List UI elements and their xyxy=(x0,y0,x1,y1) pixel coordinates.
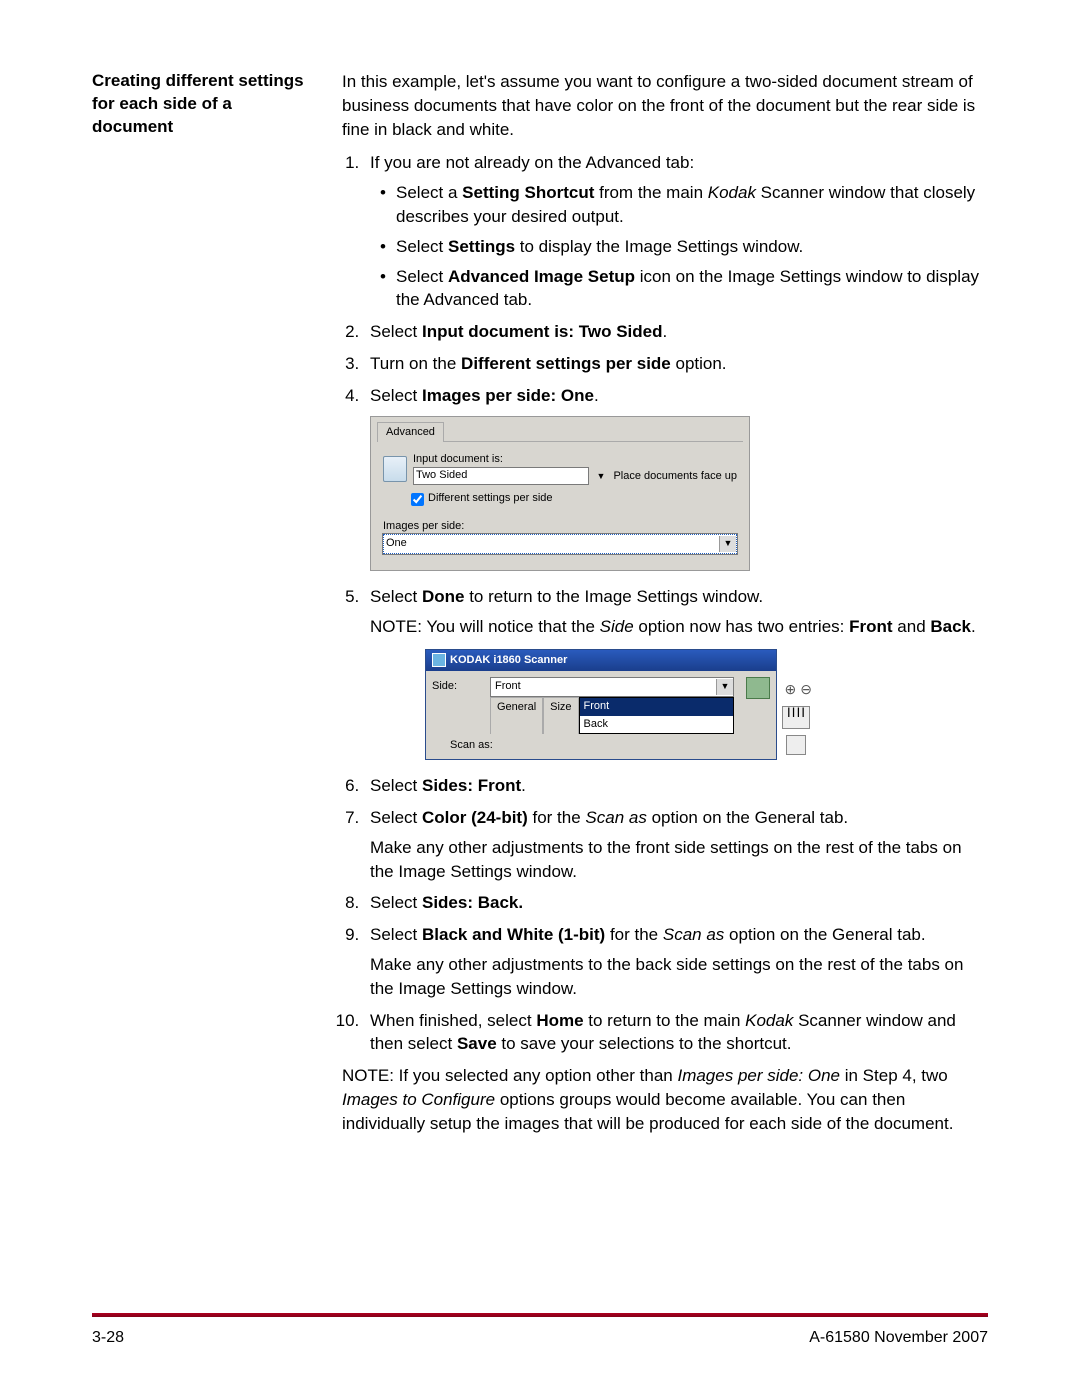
step-1: If you are not already on the Advanced t… xyxy=(364,151,988,312)
step-7: Select Color (24-bit) for the Scan as op… xyxy=(364,806,988,883)
step-list-3: Select Sides: Front. Select Color (24-bi… xyxy=(342,774,988,1056)
figure-side-dropdown: KODAK i1860 Scanner Side: Front ▼ xyxy=(370,649,988,761)
image-setup-icon[interactable] xyxy=(746,677,770,699)
side-dropdown-open[interactable]: Front Back xyxy=(579,697,734,734)
step-10: When finished, select Home to return to … xyxy=(364,1009,988,1057)
images-per-side-select[interactable]: One ▼ xyxy=(383,534,737,554)
misc-icon xyxy=(786,735,806,755)
zoom-in-icon[interactable]: ⊕ xyxy=(785,680,797,700)
zoom-out-icon[interactable]: ⊖ xyxy=(800,680,812,700)
scan-as-label: Scan as: xyxy=(450,738,770,753)
step7-note: Make any other adjustments to the front … xyxy=(370,836,988,884)
app-icon xyxy=(432,653,446,667)
step1-bullets: Select a Setting Shortcut from the main … xyxy=(380,181,988,312)
side-option-back[interactable]: Back xyxy=(580,716,733,733)
step-5: Select Done to return to the Image Setti… xyxy=(364,585,988,639)
note-1: NOTE: You will notice that the Side opti… xyxy=(370,615,988,639)
zoom-icons: ⊕ ⊖ xyxy=(785,680,812,700)
chevron-down-icon[interactable]: ▼ xyxy=(597,470,606,483)
step1-b3: Select Advanced Image Setup icon on the … xyxy=(380,265,988,313)
step1-lead: If you are not already on the Advanced t… xyxy=(370,153,694,172)
side-label: Side: xyxy=(432,677,482,694)
diff-settings-label: Different settings per side xyxy=(428,491,553,506)
step-6: Select Sides: Front. xyxy=(364,774,988,798)
tab-general[interactable]: General xyxy=(490,697,543,734)
chevron-down-icon[interactable]: ▼ xyxy=(719,536,736,552)
diff-settings-checkbox[interactable] xyxy=(411,493,424,506)
intro-paragraph: In this example, let's assume you want t… xyxy=(342,70,988,141)
step1-b2: Select Settings to display the Image Set… xyxy=(380,235,988,259)
window-titlebar: KODAK i1860 Scanner xyxy=(426,650,776,671)
step9-note: Make any other adjustments to the back s… xyxy=(370,953,988,1001)
step-list: If you are not already on the Advanced t… xyxy=(342,151,988,407)
tab-size[interactable]: Size xyxy=(543,697,578,734)
images-per-side-label: Images per side: xyxy=(383,519,737,534)
place-docs-label: Place documents face up xyxy=(613,469,737,484)
side-option-front[interactable]: Front xyxy=(580,698,733,715)
input-doc-select[interactable]: Two Sided xyxy=(413,467,589,485)
figure-advanced-tab: Advanced Input document is: Two Sided ▼ … xyxy=(370,416,988,572)
step-8: Select Sides: Back. xyxy=(364,891,988,915)
step-2: Select Input document is: Two Sided. xyxy=(364,320,988,344)
step-list-2: Select Done to return to the Image Setti… xyxy=(342,585,988,639)
step-9: Select Black and White (1-bit) for the S… xyxy=(364,923,988,1000)
chevron-down-icon[interactable]: ▼ xyxy=(716,679,733,695)
document-icon xyxy=(383,456,407,482)
footer-divider xyxy=(92,1313,988,1317)
section-heading: Creating different settings for each sid… xyxy=(92,70,312,139)
step-4: Select Images per side: One. xyxy=(364,384,988,408)
note-2: NOTE: If you selected any option other t… xyxy=(342,1064,988,1135)
side-select[interactable]: Front ▼ xyxy=(490,677,734,697)
page-footer: 3-28 A-61580 November 2007 xyxy=(92,1327,988,1349)
step-3: Turn on the Different settings per side … xyxy=(364,352,988,376)
advanced-tab[interactable]: Advanced xyxy=(377,422,444,442)
ruler-icon: ┃┃┃┃ xyxy=(782,706,810,729)
step1-b1: Select a Setting Shortcut from the main … xyxy=(380,181,988,229)
page-number: 3-28 xyxy=(92,1327,124,1349)
input-doc-label: Input document is: xyxy=(413,452,737,467)
doc-id: A-61580 November 2007 xyxy=(809,1327,988,1349)
